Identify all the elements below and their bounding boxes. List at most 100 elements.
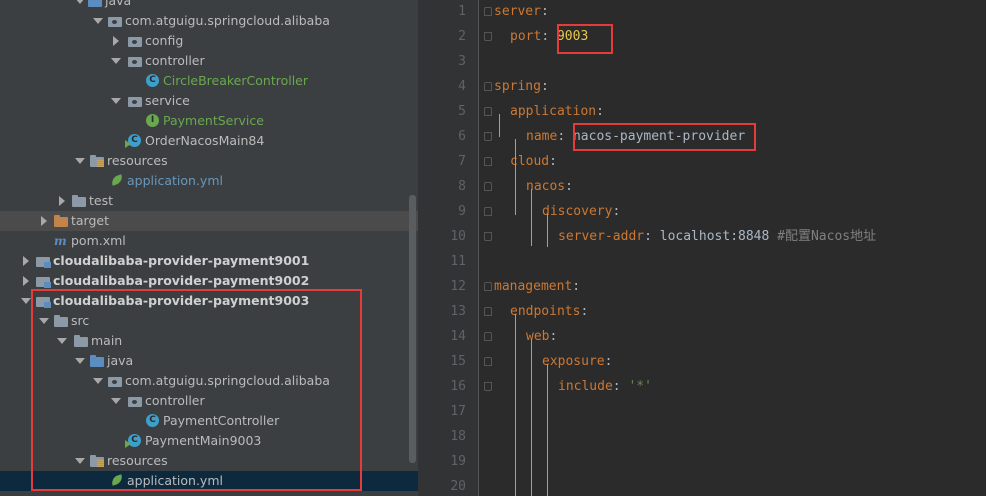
code-line[interactable]: application: [510, 99, 604, 124]
chevron-down-icon[interactable] [74, 0, 86, 11]
chevron-down-icon[interactable] [92, 11, 104, 31]
tree-row-label: config [145, 33, 184, 48]
tree-row-label: OrderNacosMain84 [145, 133, 265, 148]
indent-guide [515, 139, 516, 215]
annotation-box-name [573, 123, 756, 151]
code-line[interactable]: spring: [494, 74, 549, 99]
tree-row[interactable]: C OrderNacosMain84 [0, 131, 418, 151]
java-folder-icon [88, 0, 103, 8]
chevron-right-icon[interactable] [20, 271, 32, 291]
line-number: 10 [450, 229, 466, 244]
fold-marker-icon[interactable] [484, 82, 492, 91]
yaml-key: web [526, 329, 550, 344]
chevron-down-icon[interactable] [110, 91, 122, 111]
line-number: 20 [450, 479, 466, 494]
tree-row[interactable]: controller [0, 51, 418, 71]
tree-row[interactable]: I PaymentService [0, 111, 418, 131]
chevron-down-icon[interactable] [110, 51, 122, 71]
module-icon [36, 254, 51, 268]
line-number: 13 [450, 304, 466, 319]
tree-row[interactable]: java [0, 0, 418, 11]
code-line[interactable]: discovery: [542, 199, 620, 224]
line-number: 19 [450, 454, 466, 469]
yaml-key: discovery [542, 204, 613, 219]
target-folder-icon [54, 214, 69, 228]
yaml-key: endpoints [510, 304, 581, 319]
tree-row-label: cloudalibaba-provider-payment9001 [53, 253, 310, 268]
tree-row-label: target [71, 213, 110, 228]
tree-row-label: cloudalibaba-provider-payment9002 [53, 273, 310, 288]
class-icon: C [146, 74, 159, 87]
tree-row-label: PaymentService [163, 113, 264, 128]
chevron-right-icon[interactable] [110, 31, 122, 51]
line-number: 17 [450, 404, 466, 419]
line-number: 6 [458, 129, 466, 144]
resources-folder-icon [90, 154, 105, 168]
tree-row[interactable]: C CircleBreakerController [0, 71, 418, 91]
package-icon [108, 14, 123, 28]
tree-row[interactable]: test [0, 191, 418, 211]
tree-row[interactable]: application.yml [0, 171, 418, 191]
indent-guide [547, 364, 548, 496]
fold-marker-icon[interactable] [484, 382, 492, 391]
fold-marker-icon[interactable] [484, 357, 492, 366]
chevron-down-icon[interactable] [74, 151, 86, 171]
yaml-key: spring [494, 79, 541, 94]
fold-marker-icon[interactable] [484, 207, 492, 216]
tree-row-label: service [145, 93, 190, 108]
line-number: 1 [458, 4, 466, 19]
line-number: 7 [458, 154, 466, 169]
yaml-key: exposure [542, 354, 605, 369]
yaml-editor[interactable]: 1 2 3 4 5 6 7 8 9 10 11 12 13 14 15 16 17 18 19 20 server: p… [418, 0, 986, 496]
indent-guide [499, 114, 500, 137]
tree-row[interactable]: target [0, 211, 418, 231]
spring-yml-icon [110, 175, 125, 187]
code-line[interactable]: management: [494, 274, 580, 299]
code-line[interactable]: endpoints: [510, 299, 588, 324]
yaml-comment: #配置Nacos地址 [777, 229, 877, 244]
line-number: 5 [458, 104, 466, 119]
tree-scrollbar[interactable] [409, 195, 416, 463]
fold-marker-icon[interactable] [484, 282, 492, 291]
tree-row-label: resources [107, 153, 168, 168]
line-number: 12 [450, 279, 466, 294]
maven-icon: m [54, 234, 67, 248]
package-icon [128, 54, 143, 68]
tree-row[interactable]: cloudalibaba-provider-payment9001 [0, 251, 418, 271]
fold-marker-icon[interactable] [484, 182, 492, 191]
module-icon [36, 274, 51, 288]
code-line[interactable]: nacos: [526, 174, 573, 199]
fold-marker-icon[interactable] [484, 132, 492, 141]
line-number-gutter: 1 2 3 4 5 6 7 8 9 10 11 12 13 14 15 16 17 18 19 20 [418, 0, 479, 496]
project-tree-panel: java com.atguigu.springcloud.alibaba confi… [0, 0, 418, 496]
indent-guide [515, 314, 516, 496]
code-line[interactable]: cloud: [510, 149, 557, 174]
yaml-key: management [494, 279, 573, 294]
code-line[interactable]: server: [494, 0, 549, 24]
code-line[interactable]: exposure: [542, 349, 612, 374]
line-number: 15 [450, 354, 466, 369]
fold-marker-icon[interactable] [484, 32, 492, 41]
tree-row[interactable]: com.atguigu.springcloud.alibaba [0, 11, 418, 31]
fold-marker-icon[interactable] [484, 232, 492, 241]
fold-marker-icon[interactable] [484, 307, 492, 316]
chevron-right-icon[interactable] [20, 251, 32, 271]
line-number: 18 [450, 429, 466, 444]
yaml-key: port [510, 29, 542, 44]
fold-marker-icon[interactable] [484, 107, 492, 116]
code-line[interactable]: include: '*' [558, 374, 652, 399]
package-icon [128, 94, 143, 108]
tree-row[interactable]: service [0, 91, 418, 111]
chevron-right-icon[interactable] [56, 191, 68, 211]
fold-marker-icon[interactable] [484, 332, 492, 341]
chevron-right-icon[interactable] [38, 211, 50, 231]
line-number: 9 [458, 204, 466, 219]
tree-row-label: CircleBreakerController [163, 73, 309, 88]
code-line[interactable]: server-addr: localhost:8848 #配置Nacos地址 [558, 224, 876, 249]
tree-row[interactable]: config [0, 31, 418, 51]
fold-marker-icon[interactable] [484, 7, 492, 16]
tree-row[interactable]: resources [0, 151, 418, 171]
fold-marker-icon[interactable] [484, 157, 492, 166]
tree-row[interactable]: cloudalibaba-provider-payment9002 [0, 271, 418, 291]
tree-row[interactable]: m pom.xml [0, 231, 418, 251]
